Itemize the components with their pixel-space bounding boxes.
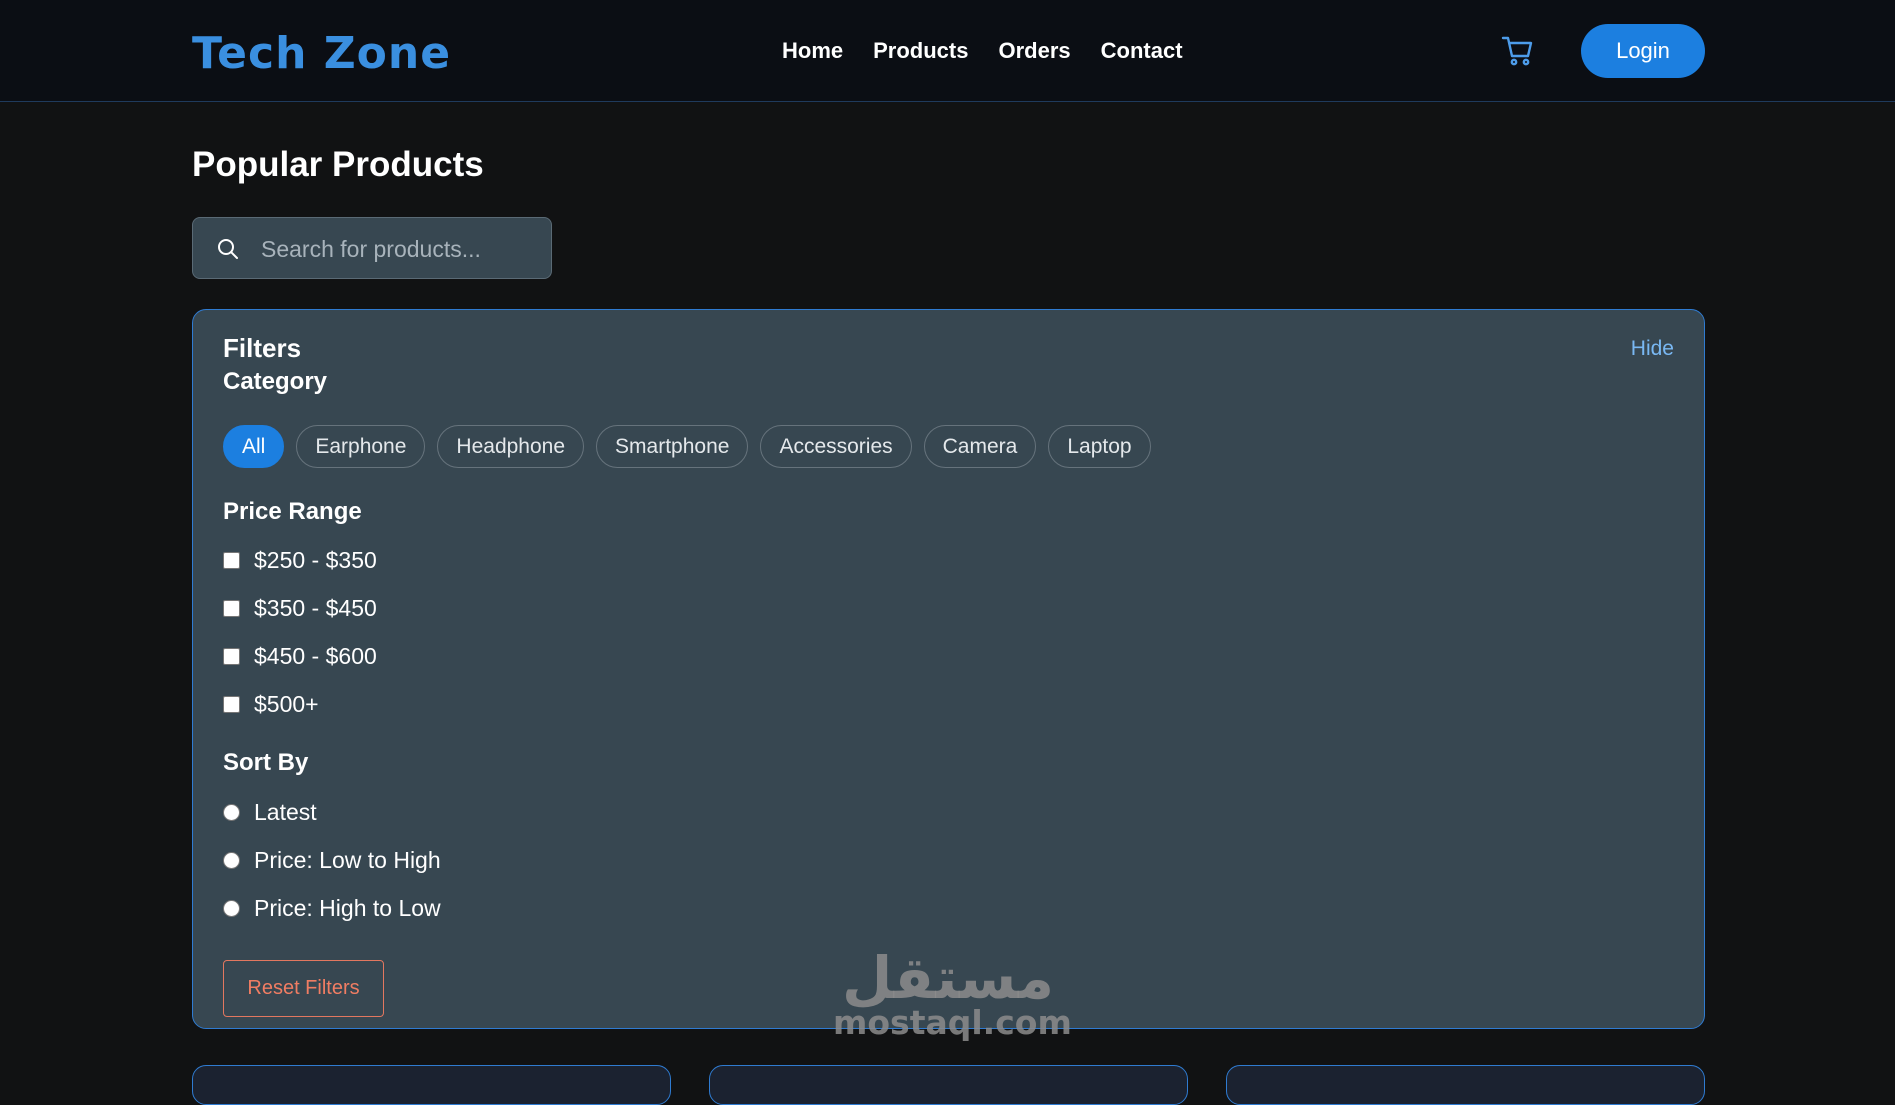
product-card[interactable] <box>1226 1065 1705 1105</box>
sort-radio[interactable] <box>223 803 240 821</box>
cart-icon[interactable] <box>1500 33 1536 69</box>
top-header: Tech Zone Home Products Orders Contact L… <box>0 0 1895 102</box>
page-title: Popular Products <box>192 145 484 184</box>
sort-radio[interactable] <box>223 899 240 917</box>
search-icon <box>218 239 238 259</box>
filters-title: Filters <box>223 333 302 363</box>
price-checkbox[interactable] <box>223 647 240 665</box>
category-chip-all[interactable]: All <box>223 425 285 468</box>
sort-option-label: Latest <box>254 799 317 825</box>
product-card[interactable] <box>192 1065 671 1105</box>
category-chip-camera[interactable]: Camera <box>923 425 1037 468</box>
sort-option[interactable]: Price: High to Low <box>223 892 441 924</box>
search-input[interactable] <box>259 230 539 268</box>
price-option-label: $250 - $350 <box>254 547 377 573</box>
product-card[interactable] <box>709 1065 1188 1105</box>
price-checkbox[interactable] <box>223 551 240 569</box>
category-label: Category <box>223 368 328 395</box>
price-option-label: $500+ <box>254 691 319 717</box>
category-chip-accessories[interactable]: Accessories <box>760 425 912 468</box>
hide-filters-link[interactable]: Hide <box>1631 334 1674 364</box>
nav-link-orders[interactable]: Orders <box>998 36 1070 66</box>
nav-link-home[interactable]: Home <box>782 36 843 66</box>
main-nav: Home Products Orders Contact <box>782 36 1183 66</box>
category-chip-earphone[interactable]: Earphone <box>296 425 426 468</box>
reset-filters-button[interactable]: Reset Filters <box>223 960 384 1017</box>
price-option[interactable]: $250 - $350 <box>223 544 377 576</box>
price-option-label: $450 - $600 <box>254 643 377 669</box>
search-box[interactable] <box>192 217 552 279</box>
category-chip-smartphone[interactable]: Smartphone <box>596 425 749 468</box>
sort-option[interactable]: Latest <box>223 796 317 828</box>
category-chips: All Earphone Headphone Smartphone Access… <box>223 425 1151 468</box>
sort-radio[interactable] <box>223 851 240 869</box>
sort-by-label: Sort By <box>223 749 309 776</box>
price-range-label: Price Range <box>223 498 362 525</box>
price-option[interactable]: $350 - $450 <box>223 592 377 624</box>
nav-link-products[interactable]: Products <box>873 36 968 66</box>
nav-link-contact[interactable]: Contact <box>1101 36 1183 66</box>
price-option[interactable]: $450 - $600 <box>223 640 377 672</box>
filters-panel: Filters Hide Category All Earphone Headp… <box>192 309 1705 1029</box>
price-checkbox[interactable] <box>223 599 240 617</box>
login-button[interactable]: Login <box>1581 24 1705 78</box>
price-option[interactable]: $500+ <box>223 688 319 720</box>
site-logo[interactable]: Tech Zone <box>192 24 451 84</box>
category-chip-laptop[interactable]: Laptop <box>1048 425 1151 468</box>
sort-option-label: Price: Low to High <box>254 847 441 873</box>
category-chip-headphone[interactable]: Headphone <box>437 425 585 468</box>
price-option-label: $350 - $450 <box>254 595 377 621</box>
sort-option-label: Price: High to Low <box>254 895 441 921</box>
sort-option[interactable]: Price: Low to High <box>223 844 441 876</box>
price-checkbox[interactable] <box>223 695 240 713</box>
